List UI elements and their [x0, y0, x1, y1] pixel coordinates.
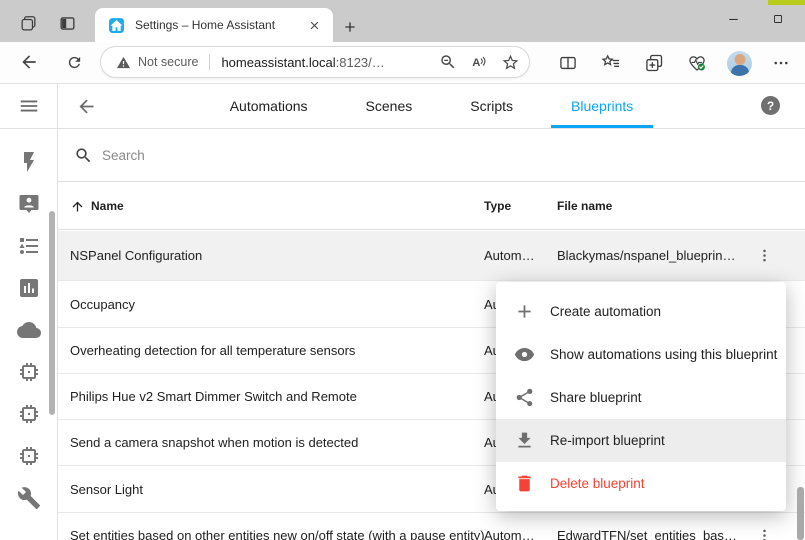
refresh-icon[interactable]: [63, 51, 85, 73]
row-name: NSPanel Configuration: [70, 248, 484, 263]
search-placeholder: Search: [102, 148, 145, 163]
minimize-icon[interactable]: [721, 8, 745, 30]
row-name: Philips Hue v2 Smart Dimmer Switch and R…: [70, 389, 484, 404]
row-name: Occupancy: [70, 297, 484, 312]
share-icon: [514, 387, 535, 408]
blueprint-context-menu: Create automation Show automations using …: [496, 282, 786, 511]
device-chip-icon[interactable]: [17, 360, 41, 384]
row-file-name: Blackymas/nspanel_blueprin…: [557, 248, 747, 263]
profile-avatar[interactable]: [727, 51, 752, 76]
ha-header: Automations Scenes Scripts Blueprints ?: [0, 84, 805, 128]
tab-title: Settings – Home Assistant: [135, 18, 305, 32]
tab-blueprints[interactable]: Blueprints: [551, 84, 653, 128]
todo-list-icon[interactable]: [17, 234, 41, 258]
row-file-name: EdwardTFN/set_entities_bas…: [557, 528, 747, 540]
address-host: homeassistant.local: [221, 55, 335, 70]
toolbar-actions: [539, 42, 805, 84]
menu-item-label: Share blueprint: [550, 390, 642, 405]
menu-item-share-blueprint[interactable]: Share blueprint: [496, 376, 786, 419]
maximize-icon[interactable]: [766, 8, 790, 30]
menu-item-label: Re-import blueprint: [550, 433, 665, 448]
trash-icon: [514, 473, 535, 494]
row-name: Sensor Light: [70, 482, 484, 497]
ha-tab-row: Automations Scenes Scripts Blueprints: [58, 84, 805, 128]
address-bar[interactable]: Not secure homeassistant.local :8123/… A: [100, 46, 530, 78]
address-port-path: :8123/…: [336, 55, 385, 70]
menu-item-label: Delete blueprint: [550, 476, 645, 491]
back-icon[interactable]: [18, 51, 40, 73]
column-file-name[interactable]: File name: [557, 199, 747, 213]
menu-item-label: Show automations using this blueprint: [550, 347, 777, 362]
row-name: Send a camera snapshot when motion is de…: [70, 435, 484, 450]
table-header: Name Type File name: [58, 183, 805, 230]
menu-item-re-import-blueprint[interactable]: Re-import blueprint: [496, 419, 786, 462]
column-type[interactable]: Type: [484, 199, 557, 213]
split-screen-icon[interactable]: [554, 49, 582, 77]
row-type: Autom…: [484, 528, 557, 540]
help-button[interactable]: ?: [761, 96, 780, 115]
tab-strip: Settings – Home Assistant: [0, 0, 805, 42]
row-name: Set entities based on other entities new…: [70, 528, 484, 540]
sidebar-scrollbar-thumb[interactable]: [49, 211, 55, 415]
column-name[interactable]: Name: [91, 199, 124, 213]
menu-item-delete-blueprint[interactable]: Delete blueprint: [496, 462, 786, 505]
row-overflow-menu-icon[interactable]: [756, 527, 773, 540]
home-assistant-favicon: [108, 17, 125, 34]
tab-scripts[interactable]: Scripts: [450, 84, 533, 128]
download-icon: [514, 430, 535, 451]
blueprint-row[interactable]: Set entities based on other entities new…: [58, 513, 805, 540]
menu-item-label: Create automation: [550, 304, 661, 319]
tab-scenes[interactable]: Scenes: [346, 84, 433, 128]
browser-window: Settings – Home Assistant Not secure hom…: [0, 0, 805, 540]
close-tab-icon[interactable]: [305, 16, 323, 34]
more-options-icon[interactable]: [767, 49, 795, 77]
workspaces-icon[interactable]: [16, 13, 40, 33]
plus-icon: [514, 301, 535, 322]
blueprint-row[interactable]: NSPanel ConfigurationAutom…Blackymas/nsp…: [58, 231, 805, 281]
person-badge-icon[interactable]: [17, 192, 41, 216]
zoom-out-icon[interactable]: [437, 51, 459, 73]
sidebar-menu-icon[interactable]: [17, 94, 41, 118]
device-chip-icon[interactable]: [17, 402, 41, 426]
row-type: Autom…: [484, 248, 557, 263]
browser-essentials-icon[interactable]: [683, 49, 711, 77]
svg-text:A: A: [472, 57, 480, 69]
page-scrollbar-thumb[interactable]: [797, 487, 804, 540]
collections-icon[interactable]: [640, 49, 668, 77]
not-secure-warning-icon: [115, 54, 131, 70]
energy-flash-icon[interactable]: [17, 150, 41, 174]
tab-automations[interactable]: Automations: [210, 84, 328, 128]
browser-tab[interactable]: Settings – Home Assistant: [95, 8, 333, 42]
favorites-icon[interactable]: [597, 49, 625, 77]
cloud-icon[interactable]: [17, 318, 41, 342]
favorite-star-icon[interactable]: [499, 51, 521, 73]
row-name: Overheating detection for all temperatur…: [70, 343, 484, 358]
eye-icon: [514, 344, 535, 365]
device-chip-icon[interactable]: [17, 444, 41, 468]
search-icon: [74, 146, 93, 165]
address-divider: [209, 54, 210, 70]
security-label: Not secure: [138, 55, 198, 69]
settings-wrench-icon[interactable]: [17, 486, 41, 510]
search-input[interactable]: Search: [58, 129, 805, 182]
read-aloud-icon[interactable]: A: [468, 51, 490, 73]
menu-item-show-automations-using-this-blueprint[interactable]: Show automations using this blueprint: [496, 333, 786, 376]
menu-item-create-automation[interactable]: Create automation: [496, 290, 786, 333]
sort-ascending-icon[interactable]: [70, 199, 85, 214]
window-edge-accent: [768, 0, 805, 5]
tab-actions-icon[interactable]: [55, 13, 79, 33]
row-overflow-menu-icon[interactable]: [756, 247, 773, 264]
new-tab-icon[interactable]: [340, 17, 360, 37]
history-chart-box-icon[interactable]: [17, 276, 41, 300]
